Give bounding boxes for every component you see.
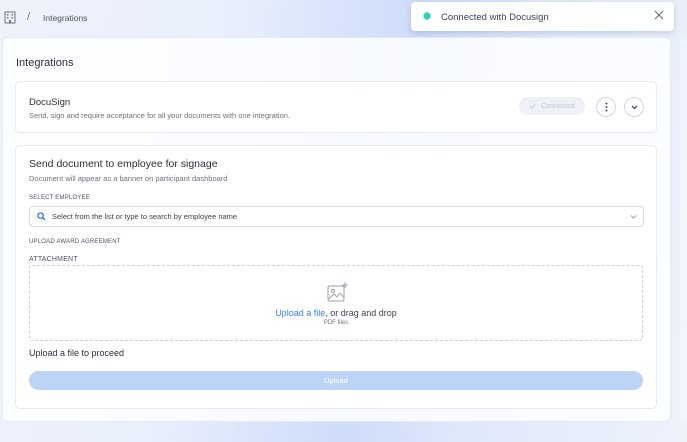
file-type-hint: PDF files [323,320,349,326]
chevron-down-icon [631,105,637,109]
integration-description: Send, sign and require acceptance for al… [29,111,290,120]
docusign-card: DocuSign Send, sign and require acceptan… [15,81,657,133]
chevron-down-icon [630,215,637,219]
employee-select[interactable]: Select from the list or type to search b… [29,206,644,227]
more-options-button[interactable] [596,97,616,117]
connected-badge: Connected [519,97,585,115]
employee-select-placeholder: Select from the list or type to search b… [52,212,238,221]
send-document-card: Send document to employee for signage Do… [15,145,657,409]
search-icon [37,212,46,221]
building-icon[interactable] [4,11,16,24]
upload-file-link[interactable]: Upload a file [275,308,325,318]
upload-instructions: Upload a file, or drag and drop [30,308,642,318]
success-dot-icon [423,12,431,20]
breadcrumb-current: Integrations [43,13,88,23]
scrollbar[interactable] [680,37,687,420]
drag-drop-text: , or drag and drop [325,308,397,318]
connected-label: Connected [541,102,575,110]
image-add-icon [327,282,348,302]
main-panel: Integrations DocuSign Send, sign and req… [2,37,671,422]
toast-notification: Connected with Docusign [411,2,674,31]
select-employee-label: SELECT EMPLOYEE [29,195,90,201]
proceed-message: Upload a file to proceed [29,348,125,358]
breadcrumb-separator: / [27,11,31,23]
expand-button[interactable] [624,97,644,117]
integration-name: DocuSign [29,97,71,108]
file-dropzone[interactable]: Upload a file, or drag and drop PDF file… [29,265,643,341]
more-vertical-icon [605,102,607,112]
toast-message: Connected with Docusign [441,12,549,23]
send-card-title: Send document to employee for signage [29,158,218,170]
page-title: Integrations [16,57,74,69]
send-card-subtitle: Document will appear as a banner on part… [29,174,228,183]
close-icon[interactable] [652,8,666,22]
upload-button[interactable]: Upload [29,371,643,390]
check-icon [529,103,536,109]
attachment-label: ATTACHMENT [29,256,78,263]
upload-award-label: UPLOAD AWARD AGREEMENT [29,239,121,245]
